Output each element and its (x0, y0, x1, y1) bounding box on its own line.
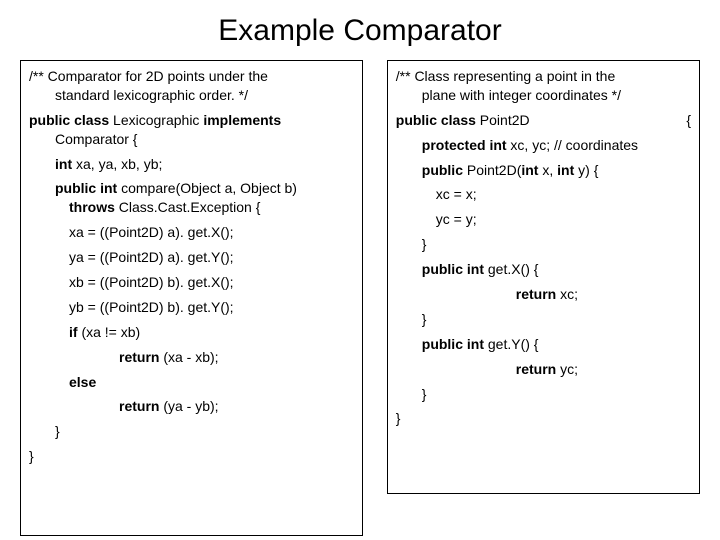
code-line: } (29, 447, 354, 466)
kw: int (55, 156, 72, 172)
text: } (55, 423, 60, 439)
code-right: /** Class representing a point in the pl… (387, 60, 700, 494)
text: get.Y() { (484, 336, 538, 352)
kw: return (119, 398, 159, 414)
text: xc = x; (436, 186, 477, 202)
code-line: public Point2D(int x, int y) { (396, 161, 691, 180)
code-line: Comparator { (29, 130, 354, 149)
text: x, (538, 162, 557, 178)
code-line: yc = y; (396, 210, 691, 229)
comment: /** Class representing a point in the (396, 68, 615, 84)
text: (xa - xb); (159, 349, 218, 365)
code-line: xa = ((Point2D) a). get.X(); (29, 223, 354, 242)
text: Comparator { (55, 131, 137, 147)
kw: public class (396, 112, 476, 128)
text: } (29, 448, 34, 464)
code-line: return xc; (396, 285, 691, 304)
text: Lexicographic (109, 112, 203, 128)
text: } (422, 311, 427, 327)
code-line: public int get.X() { (396, 260, 691, 279)
text: xc; (556, 286, 578, 302)
text: yc = y; (436, 211, 477, 227)
text: } (396, 410, 401, 426)
code-left: /** Comparator for 2D points under the s… (20, 60, 363, 536)
kw: public int (422, 261, 484, 277)
code-line: yb = ((Point2D) b). get.Y(); (29, 298, 354, 317)
text: compare(Object a, Object b) (117, 180, 297, 196)
code-line: else (29, 373, 354, 392)
text: (xa != xb) (78, 324, 141, 340)
kw: if (69, 324, 78, 340)
text: { (686, 111, 691, 130)
text: } (422, 386, 427, 402)
kw: public class (29, 112, 109, 128)
kw: int (521, 162, 538, 178)
code-line: } (396, 235, 691, 254)
code-line: public int compare(Object a, Object b) (29, 179, 354, 198)
kw: return (516, 286, 556, 302)
kw: throws (69, 199, 115, 215)
columns: /** Comparator for 2D points under the s… (20, 60, 700, 536)
code-line: throws Class.Cast.Exception { (29, 198, 354, 217)
code-line: ya = ((Point2D) a). get.Y(); (29, 248, 354, 267)
code-line: } (396, 310, 691, 329)
code-line: plane with integer coordinates */ (396, 86, 691, 105)
slide-title: Example Comparator (20, 14, 700, 48)
code-line: int xa, ya, xb, yb; (29, 155, 354, 174)
comment: /** Comparator for 2D points under the (29, 68, 268, 84)
kw: return (516, 361, 556, 377)
text: yc; (556, 361, 578, 377)
code-line: } (29, 422, 354, 441)
code-line: if (xa != xb) (29, 323, 354, 342)
text: xa = ((Point2D) a). get.X(); (69, 224, 234, 240)
text: xb = ((Point2D) b). get.X(); (69, 274, 234, 290)
kw: implements (203, 112, 281, 128)
code-line: /** Comparator for 2D points under the (29, 67, 354, 86)
code-line: protected int xc, yc; // coordinates (396, 136, 691, 155)
code-line: } (396, 385, 691, 404)
kw: public int (55, 180, 117, 196)
kw: return (119, 349, 159, 365)
code-line: public class Point2D { (396, 111, 691, 130)
kw: int (557, 162, 574, 178)
code-line: public class Lexicographic implements (29, 111, 354, 130)
comment: standard lexicographic order. */ (55, 87, 248, 103)
text: get.X() { (484, 261, 538, 277)
kw: else (69, 374, 96, 390)
text: y) { (574, 162, 598, 178)
text: xa, ya, xb, yb; (72, 156, 162, 172)
code-line: /** Class representing a point in the (396, 67, 691, 86)
text: } (422, 236, 427, 252)
code-line: standard lexicographic order. */ (29, 86, 354, 105)
code-line: return (xa - xb); (29, 348, 354, 367)
kw: public (422, 162, 463, 178)
code-line: xc = x; (396, 185, 691, 204)
text: Point2D( (463, 162, 521, 178)
kw: protected int (422, 137, 507, 153)
text: yb = ((Point2D) b). get.Y(); (69, 299, 234, 315)
code-line: return (ya - yb); (29, 397, 354, 416)
kw: public int (422, 336, 484, 352)
code-line: } (396, 409, 691, 428)
text: Class.Cast.Exception { (115, 199, 261, 215)
code-line: return yc; (396, 360, 691, 379)
text: (ya - yb); (159, 398, 218, 414)
code-line: public int get.Y() { (396, 335, 691, 354)
code-line: xb = ((Point2D) b). get.X(); (29, 273, 354, 292)
text: xc, yc; // coordinates (507, 137, 639, 153)
comment: plane with integer coordinates */ (422, 87, 621, 103)
text: Point2D (476, 112, 530, 128)
text: ya = ((Point2D) a). get.Y(); (69, 249, 234, 265)
slide: Example Comparator /** Comparator for 2D… (0, 0, 720, 540)
